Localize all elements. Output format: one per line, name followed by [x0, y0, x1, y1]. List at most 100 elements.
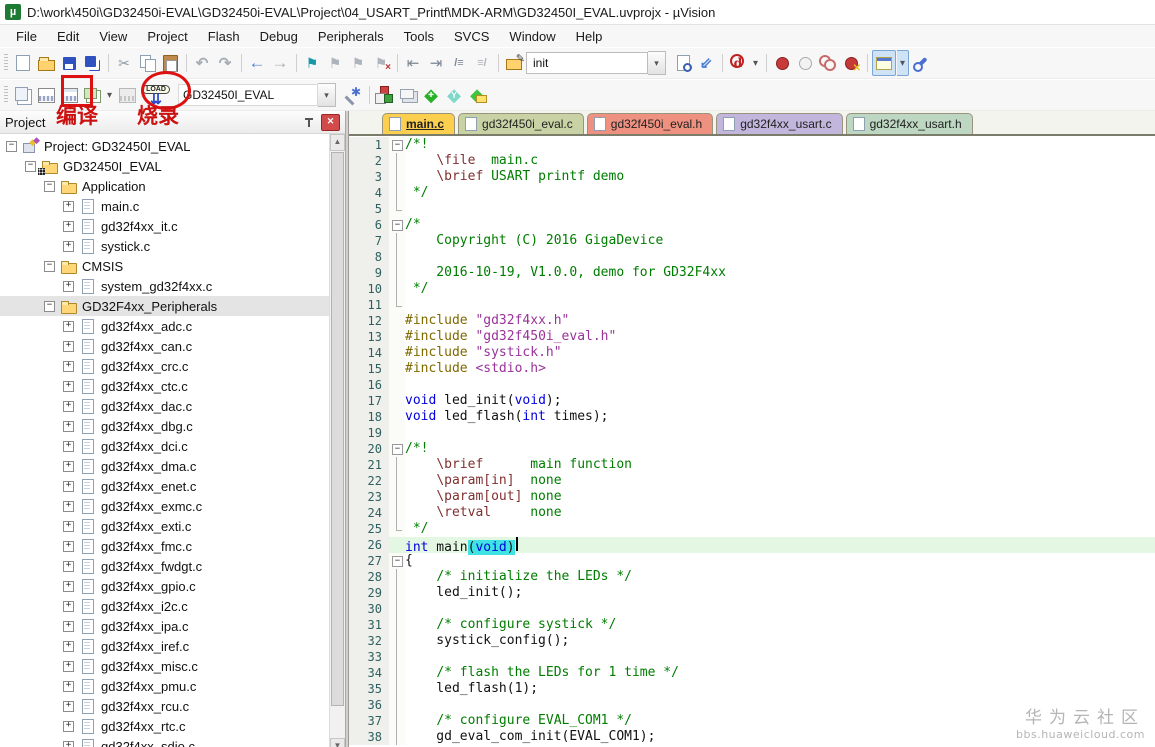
code-editor[interactable]: 1/*!2 \file main.c3 \brief USART printf … — [349, 136, 1155, 747]
find-combobox[interactable] — [526, 52, 648, 74]
tree-item[interactable]: +gd32f4xx_exti.c — [0, 516, 329, 536]
line-number[interactable]: 21 — [349, 457, 389, 473]
code-line[interactable]: 26int main(void) — [349, 537, 1155, 553]
close-panel-button[interactable] — [321, 114, 340, 131]
tree-expander-icon[interactable]: + — [63, 361, 74, 372]
code-line[interactable]: 24 \retval none — [349, 505, 1155, 521]
tree-item[interactable]: +gd32f4xx_dac.c — [0, 396, 329, 416]
line-number[interactable]: 31 — [349, 617, 389, 633]
memory-window-icon[interactable] — [872, 50, 896, 76]
line-number[interactable]: 10 — [349, 281, 389, 297]
indent-icon[interactable] — [425, 51, 447, 75]
fold-margin[interactable] — [389, 345, 405, 361]
tree-expander-icon[interactable]: + — [63, 401, 74, 412]
line-number[interactable]: 36 — [349, 697, 389, 713]
tree-item[interactable]: +gd32f4xx_misc.c — [0, 656, 329, 676]
scrollbar-thumb[interactable] — [331, 152, 344, 706]
fold-margin[interactable] — [389, 281, 405, 297]
code-line[interactable]: 9 2016-10-19, V1.0.0, demo for GD32F4xx — [349, 265, 1155, 281]
tree-expander-icon[interactable]: − — [44, 301, 55, 312]
tree-expander-icon[interactable]: + — [63, 601, 74, 612]
fold-margin[interactable] — [389, 617, 405, 633]
line-number[interactable]: 25 — [349, 521, 389, 537]
cut-icon[interactable] — [113, 51, 135, 75]
line-number[interactable]: 5 — [349, 201, 389, 217]
scroll-down-button[interactable]: ▼ — [330, 738, 345, 747]
code-line[interactable]: 10 */ — [349, 281, 1155, 297]
new-file-icon[interactable] — [12, 51, 34, 75]
fold-margin[interactable] — [389, 297, 405, 313]
tree-item[interactable]: +gd32f4xx_rcu.c — [0, 696, 329, 716]
code-line[interactable]: 6/* — [349, 217, 1155, 233]
fold-margin[interactable] — [389, 153, 405, 169]
open-file-icon[interactable] — [35, 51, 57, 75]
fold-margin[interactable] — [389, 585, 405, 601]
fold-margin[interactable] — [389, 377, 405, 393]
tree-expander-icon[interactable]: + — [63, 581, 74, 592]
tree-expander-icon[interactable]: − — [6, 141, 17, 152]
code-line[interactable]: 35 led_flash(1); — [349, 681, 1155, 697]
tree-expander-icon[interactable]: + — [63, 481, 74, 492]
tree-expander-icon[interactable]: + — [63, 461, 74, 472]
tree-item[interactable]: −GD32450I_EVAL — [0, 156, 329, 176]
tree-item[interactable]: +gd32f4xx_ipa.c — [0, 616, 329, 636]
code-line[interactable]: 30 — [349, 601, 1155, 617]
fold-margin[interactable] — [389, 633, 405, 649]
fold-margin[interactable] — [389, 137, 405, 153]
line-number[interactable]: 37 — [349, 713, 389, 729]
tree-item[interactable]: +gd32f4xx_crc.c — [0, 356, 329, 376]
tree-item[interactable]: +system_gd32f4xx.c — [0, 276, 329, 296]
tree-item[interactable]: +gd32f4xx_gpio.c — [0, 576, 329, 596]
editor-tab-main.c[interactable]: main.c — [382, 113, 455, 134]
navigate-back-icon[interactable] — [246, 51, 268, 75]
unindent-icon[interactable] — [402, 51, 424, 75]
code-line[interactable]: 14#include "systick.h" — [349, 345, 1155, 361]
menu-window[interactable]: Window — [499, 27, 565, 46]
code-line[interactable]: 3 \brief USART printf demo — [349, 169, 1155, 185]
tree-item[interactable]: +gd32f4xx_dci.c — [0, 436, 329, 456]
menu-flash[interactable]: Flash — [198, 27, 250, 46]
line-number[interactable]: 4 — [349, 185, 389, 201]
scroll-up-button[interactable]: ▲ — [330, 134, 345, 151]
tree-item[interactable]: +gd32f4xx_enet.c — [0, 476, 329, 496]
fold-margin[interactable] — [389, 697, 405, 713]
fold-margin[interactable] — [389, 729, 405, 745]
menu-tools[interactable]: Tools — [394, 27, 444, 46]
line-number[interactable]: 24 — [349, 505, 389, 521]
tree-item[interactable]: +main.c — [0, 196, 329, 216]
options-wand-icon[interactable] — [342, 83, 364, 107]
line-number[interactable]: 14 — [349, 345, 389, 361]
code-line[interactable]: 7 Copyright (C) 2016 GigaDevice — [349, 233, 1155, 249]
build-icon[interactable] — [35, 83, 57, 107]
tree-item[interactable]: +systick.c — [0, 236, 329, 256]
code-line[interactable]: 8 — [349, 249, 1155, 265]
menu-help[interactable]: Help — [566, 27, 613, 46]
bookmark-clear-icon[interactable] — [370, 51, 392, 75]
menu-svcs[interactable]: SVCS — [444, 27, 499, 46]
code-line[interactable]: 32 systick_config(); — [349, 633, 1155, 649]
tree-expander-icon[interactable]: + — [63, 321, 74, 332]
tree-item[interactable]: +gd32f4xx_dma.c — [0, 456, 329, 476]
pin-icon[interactable] — [303, 116, 315, 128]
line-number[interactable]: 28 — [349, 569, 389, 585]
code-line[interactable]: 4 */ — [349, 185, 1155, 201]
code-line[interactable]: 17void led_init(void); — [349, 393, 1155, 409]
fold-margin[interactable] — [389, 185, 405, 201]
fold-margin[interactable] — [389, 601, 405, 617]
line-number[interactable]: 22 — [349, 473, 389, 489]
bookmark-next-icon[interactable] — [347, 51, 369, 75]
target-select[interactable]: GD32450I_EVAL — [178, 84, 318, 106]
target-select-dropdown-button[interactable]: ▾ — [318, 83, 336, 107]
line-number[interactable]: 30 — [349, 601, 389, 617]
code-line[interactable]: 2 \file main.c — [349, 153, 1155, 169]
line-number[interactable]: 8 — [349, 249, 389, 265]
tree-expander-icon[interactable]: + — [63, 701, 74, 712]
code-line[interactable]: 22 \param[in] none — [349, 473, 1155, 489]
code-line[interactable]: 5 — [349, 201, 1155, 217]
menu-peripherals[interactable]: Peripherals — [308, 27, 394, 46]
fold-margin[interactable] — [389, 489, 405, 505]
menu-file[interactable]: File — [6, 27, 47, 46]
dropdown-icon[interactable] — [897, 50, 909, 76]
fold-margin[interactable] — [389, 329, 405, 345]
line-number[interactable]: 18 — [349, 409, 389, 425]
